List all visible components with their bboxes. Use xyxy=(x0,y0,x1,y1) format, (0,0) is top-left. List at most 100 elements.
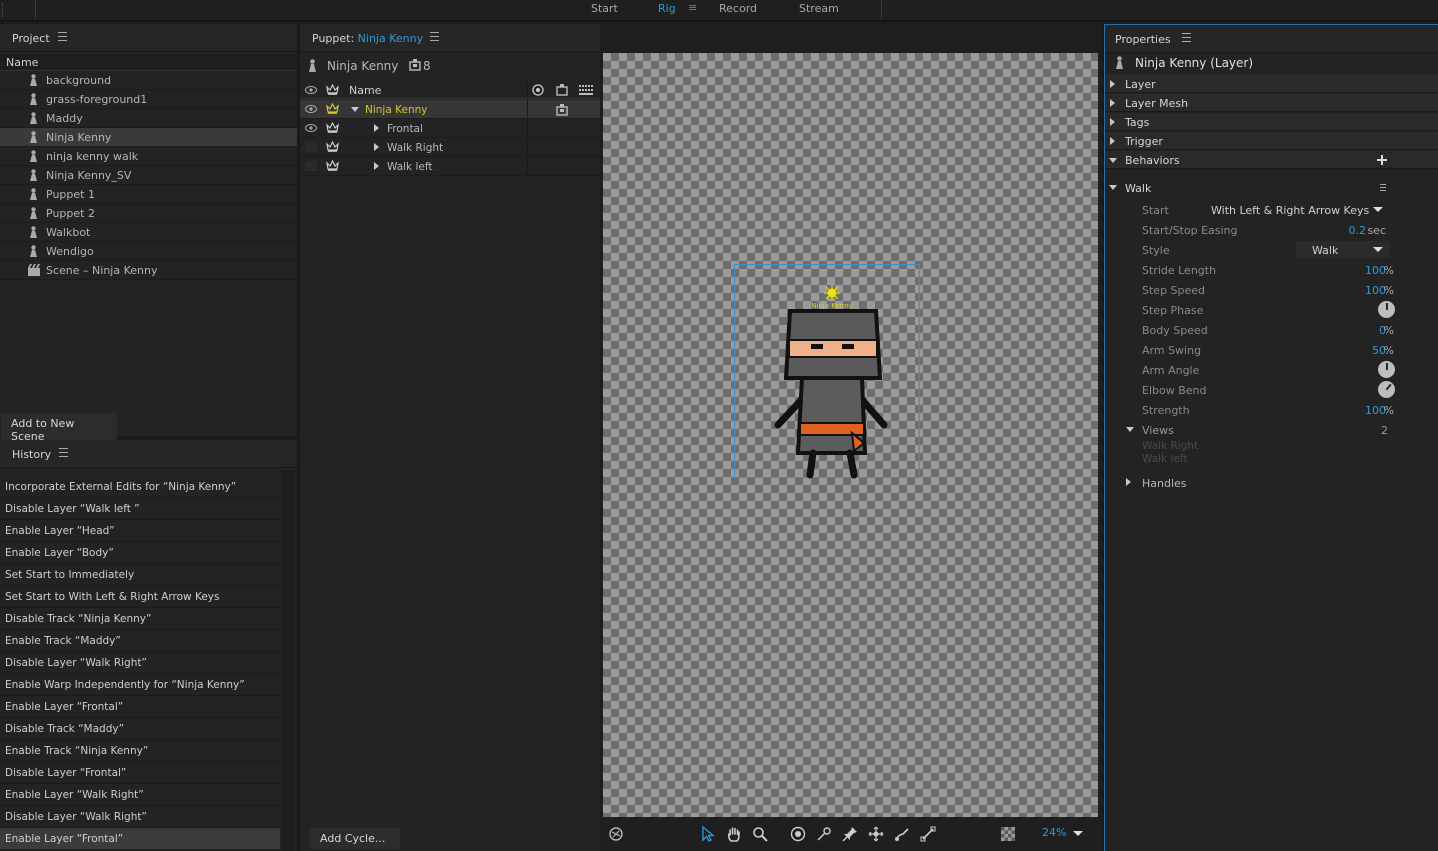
history-item[interactable]: Enable Layer “Body” xyxy=(0,542,280,564)
layer-row[interactable]: Frontal xyxy=(300,119,600,138)
project-item[interactable]: Maddy xyxy=(0,109,297,128)
history-item[interactable]: Enable Layer “Frontal” xyxy=(0,696,280,718)
history-item[interactable]: Enable Layer “Frontal” xyxy=(0,828,280,850)
section-tags[interactable]: Tags xyxy=(1105,113,1438,131)
project-item[interactable]: Scene – Ninja Kenny xyxy=(0,261,297,280)
rig-menu-icon[interactable]: ≡ xyxy=(688,1,697,14)
eye-toggle-off[interactable] xyxy=(305,142,317,152)
ninja-kenny-character[interactable]: Ninja Kenny xyxy=(768,285,898,480)
name-column-header[interactable]: Name xyxy=(349,84,381,97)
scrollbar[interactable] xyxy=(282,470,294,851)
puppet-icon xyxy=(309,59,316,72)
independence-icon[interactable] xyxy=(556,104,568,116)
expand-arrow-icon[interactable] xyxy=(374,162,379,170)
history-item[interactable]: Enable Track “Ninja Kenny” xyxy=(0,740,280,762)
layer-row[interactable]: Walk left xyxy=(300,157,600,176)
history-item[interactable]: Enable Layer “Head” xyxy=(0,520,280,542)
project-item[interactable]: ninja kenny walk xyxy=(0,147,297,166)
zoom-level[interactable]: 24% xyxy=(1042,826,1066,839)
prop-step-phase: Step Phase xyxy=(1105,300,1438,320)
arm-angle-dial[interactable] xyxy=(1378,361,1395,378)
select-tool-icon[interactable] xyxy=(700,826,716,842)
project-item[interactable]: Ninja Kenny xyxy=(0,128,297,147)
prop-views[interactable]: Views 2 xyxy=(1105,420,1438,440)
easing-value[interactable]: 0.2 xyxy=(1349,224,1367,237)
history-item[interactable]: Enable Layer “Walk Right” xyxy=(0,784,280,806)
project-item[interactable]: Walkbot xyxy=(0,223,297,242)
style-dropdown-icon[interactable] xyxy=(1373,247,1383,252)
puppet-name-link[interactable]: Ninja Kenny xyxy=(358,32,423,45)
panel-menu-icon[interactable] xyxy=(430,32,439,41)
history-item[interactable]: Disable Layer “Walk left ” xyxy=(0,498,280,520)
zoom-tool-icon[interactable] xyxy=(752,826,768,842)
step-phase-dial[interactable] xyxy=(1378,301,1395,318)
crown-icon[interactable] xyxy=(326,122,339,133)
prop-arm-angle: Arm Angle xyxy=(1105,360,1438,380)
history-item[interactable]: Incorporate External Edits for “Ninja Ke… xyxy=(0,476,280,498)
add-behavior-icon[interactable] xyxy=(1376,154,1388,166)
project-item[interactable]: Puppet 2 xyxy=(0,204,297,223)
layer-row[interactable]: Walk Right xyxy=(300,138,600,157)
expand-arrow-icon[interactable] xyxy=(374,124,379,132)
handle-tool-icon[interactable] xyxy=(816,826,832,842)
project-item[interactable]: Puppet 1 xyxy=(0,185,297,204)
history-item[interactable]: Enable Warp Independently for “Ninja Ken… xyxy=(0,674,280,696)
eye-icon[interactable] xyxy=(305,104,317,114)
section-trigger[interactable]: Trigger xyxy=(1105,132,1438,150)
start-dropdown-icon[interactable] xyxy=(1373,207,1383,212)
history-item[interactable]: Set Start to Immediately xyxy=(0,564,280,586)
crown-icon[interactable] xyxy=(326,160,339,171)
zoom-dropdown-icon[interactable] xyxy=(1073,831,1083,836)
style-dropdown[interactable]: Walk xyxy=(1296,241,1390,258)
project-item[interactable]: grass-foreground1 xyxy=(0,90,297,109)
section-layer-mesh[interactable]: Layer Mesh xyxy=(1105,94,1438,112)
history-item[interactable]: Disable Layer “Walk Right” xyxy=(0,652,280,674)
project-item[interactable]: background xyxy=(0,71,297,90)
layer-row[interactable]: Ninja Kenny xyxy=(300,100,600,119)
behavior-menu-icon[interactable] xyxy=(1380,184,1386,193)
eye-toggle-off[interactable] xyxy=(305,161,317,171)
pin-tool-icon[interactable] xyxy=(842,826,858,842)
mode-rig[interactable]: Rig xyxy=(658,2,676,15)
expand-arrow-icon[interactable] xyxy=(374,143,379,151)
origin-tool-icon[interactable] xyxy=(790,826,806,842)
prop-handles[interactable]: Handles xyxy=(1105,473,1438,493)
panel-menu-icon[interactable] xyxy=(1182,33,1191,42)
crown-icon[interactable] xyxy=(326,141,339,152)
transparency-grid-icon[interactable] xyxy=(1000,826,1016,842)
panel-menu-icon[interactable] xyxy=(59,448,68,457)
history-item[interactable]: Enable Track “Maddy” xyxy=(0,630,280,652)
hand-tool-icon[interactable] xyxy=(726,826,742,842)
crown-icon[interactable] xyxy=(326,103,339,114)
panel-menu-icon[interactable] xyxy=(58,32,67,41)
start-dropdown[interactable]: With Left & Right Arrow Keys xyxy=(1211,204,1369,217)
history-item[interactable]: Set Start to With Left & Right Arrow Key… xyxy=(0,586,280,608)
layer-label: Walk Right xyxy=(387,142,444,154)
elbow-bend-dial[interactable] xyxy=(1378,381,1395,398)
project-item[interactable]: Wendigo xyxy=(0,242,297,261)
history-item[interactable]: Disable Layer “Walk Right” xyxy=(0,806,280,828)
behavior-walk-header[interactable]: Walk xyxy=(1105,178,1438,198)
add-cycle-button[interactable]: Add Cycle... xyxy=(310,828,400,849)
grip-handle[interactable] xyxy=(2,3,8,17)
stage-canvas[interactable]: Ninja Kenny xyxy=(603,53,1098,817)
project-item[interactable]: Ninja Kenny_SV xyxy=(0,166,297,185)
history-item[interactable]: Disable Track “Maddy” xyxy=(0,718,280,740)
bend-tool-icon[interactable] xyxy=(920,826,936,842)
mode-stream[interactable]: Stream xyxy=(799,2,839,15)
mode-record[interactable]: Record xyxy=(719,2,757,15)
eye-icon[interactable] xyxy=(305,123,317,133)
layer-list-header: Name xyxy=(300,81,600,99)
name-column-header[interactable]: Name xyxy=(0,54,297,71)
section-behaviors[interactable]: Behaviors xyxy=(1105,151,1438,169)
stick-tool-icon[interactable] xyxy=(894,826,910,842)
history-item[interactable]: Disable Track “Ninja Kenny” xyxy=(0,608,280,630)
stage-settings-icon[interactable] xyxy=(608,826,624,842)
history-item[interactable]: Disable Layer “Frontal” xyxy=(0,762,280,784)
dragger-tool-icon[interactable] xyxy=(868,826,884,842)
collapse-arrow-icon[interactable] xyxy=(351,107,359,112)
panel-title: Project xyxy=(12,32,50,45)
mode-start[interactable]: Start xyxy=(591,2,618,15)
puppet-icon xyxy=(30,131,37,143)
section-layer[interactable]: Layer xyxy=(1105,75,1438,93)
